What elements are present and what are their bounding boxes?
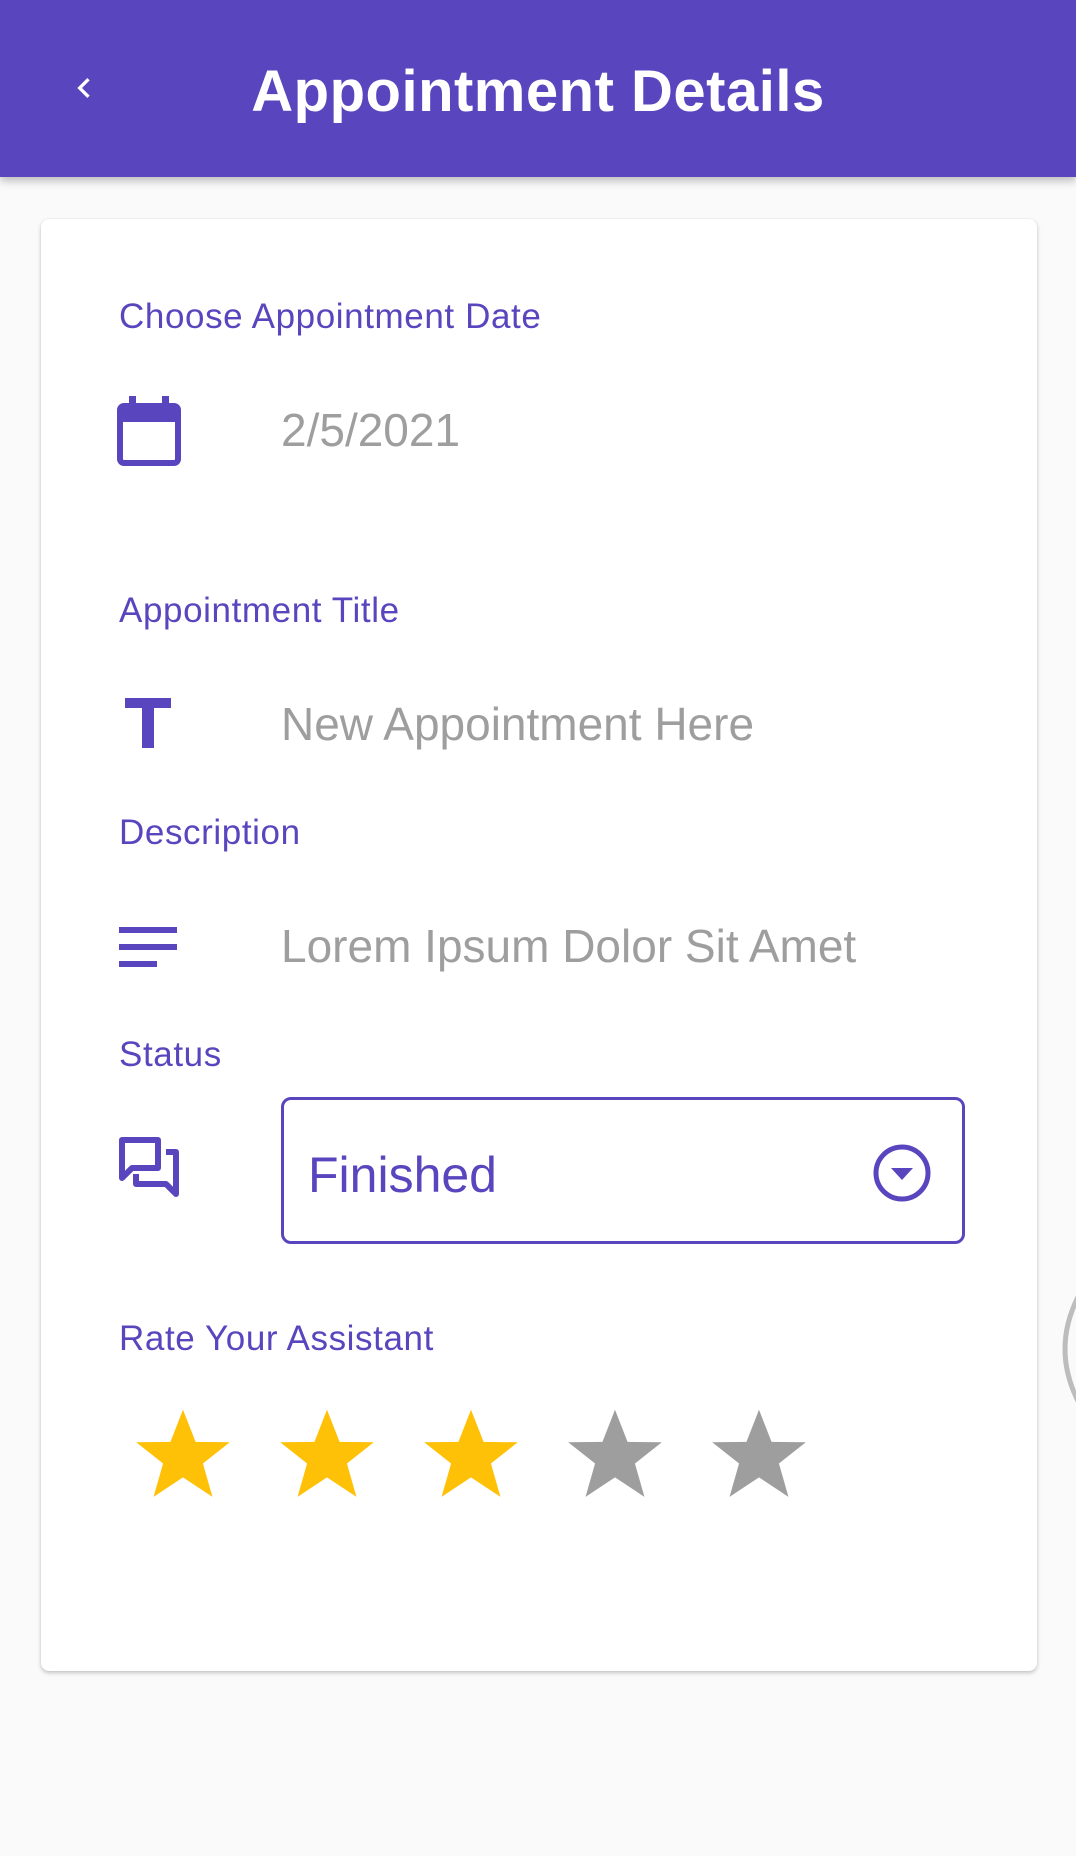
chat-bubbles-icon <box>117 1135 181 1199</box>
page-title: Appointment Details <box>251 59 825 124</box>
date-label: Choose Appointment Date <box>119 297 542 336</box>
chevron-down-circle-icon <box>873 1144 931 1202</box>
date-field[interactable]: 2/5/2021 <box>281 403 460 457</box>
title-label: Appointment Title <box>119 591 400 630</box>
notes-lines-icon <box>119 925 177 969</box>
star-rating <box>131 1402 851 1506</box>
star-filled-icon[interactable] <box>419 1402 523 1506</box>
description-label: Description <box>119 813 301 852</box>
calendar-icon[interactable] <box>117 395 181 467</box>
text-t-icon <box>123 695 173 751</box>
app-bar: Appointment Details <box>0 0 1076 177</box>
star-filled-icon[interactable] <box>275 1402 379 1506</box>
status-label: Status <box>119 1035 222 1074</box>
star-empty-icon[interactable] <box>707 1402 811 1506</box>
appointment-form-card: Choose Appointment Date 2/5/2021 Appoint… <box>41 219 1037 1671</box>
star-filled-icon[interactable] <box>131 1402 235 1506</box>
description-input[interactable]: Lorem Ipsum Dolor Sit Amet <box>281 919 856 973</box>
status-selected-value: Finished <box>308 1147 497 1203</box>
star-empty-icon[interactable] <box>563 1402 667 1506</box>
overscroll-indicator <box>1062 1295 1076 1403</box>
status-dropdown[interactable]: Finished <box>281 1097 965 1244</box>
title-input[interactable]: New Appointment Here <box>281 697 754 751</box>
rating-label: Rate Your Assistant <box>119 1319 434 1358</box>
